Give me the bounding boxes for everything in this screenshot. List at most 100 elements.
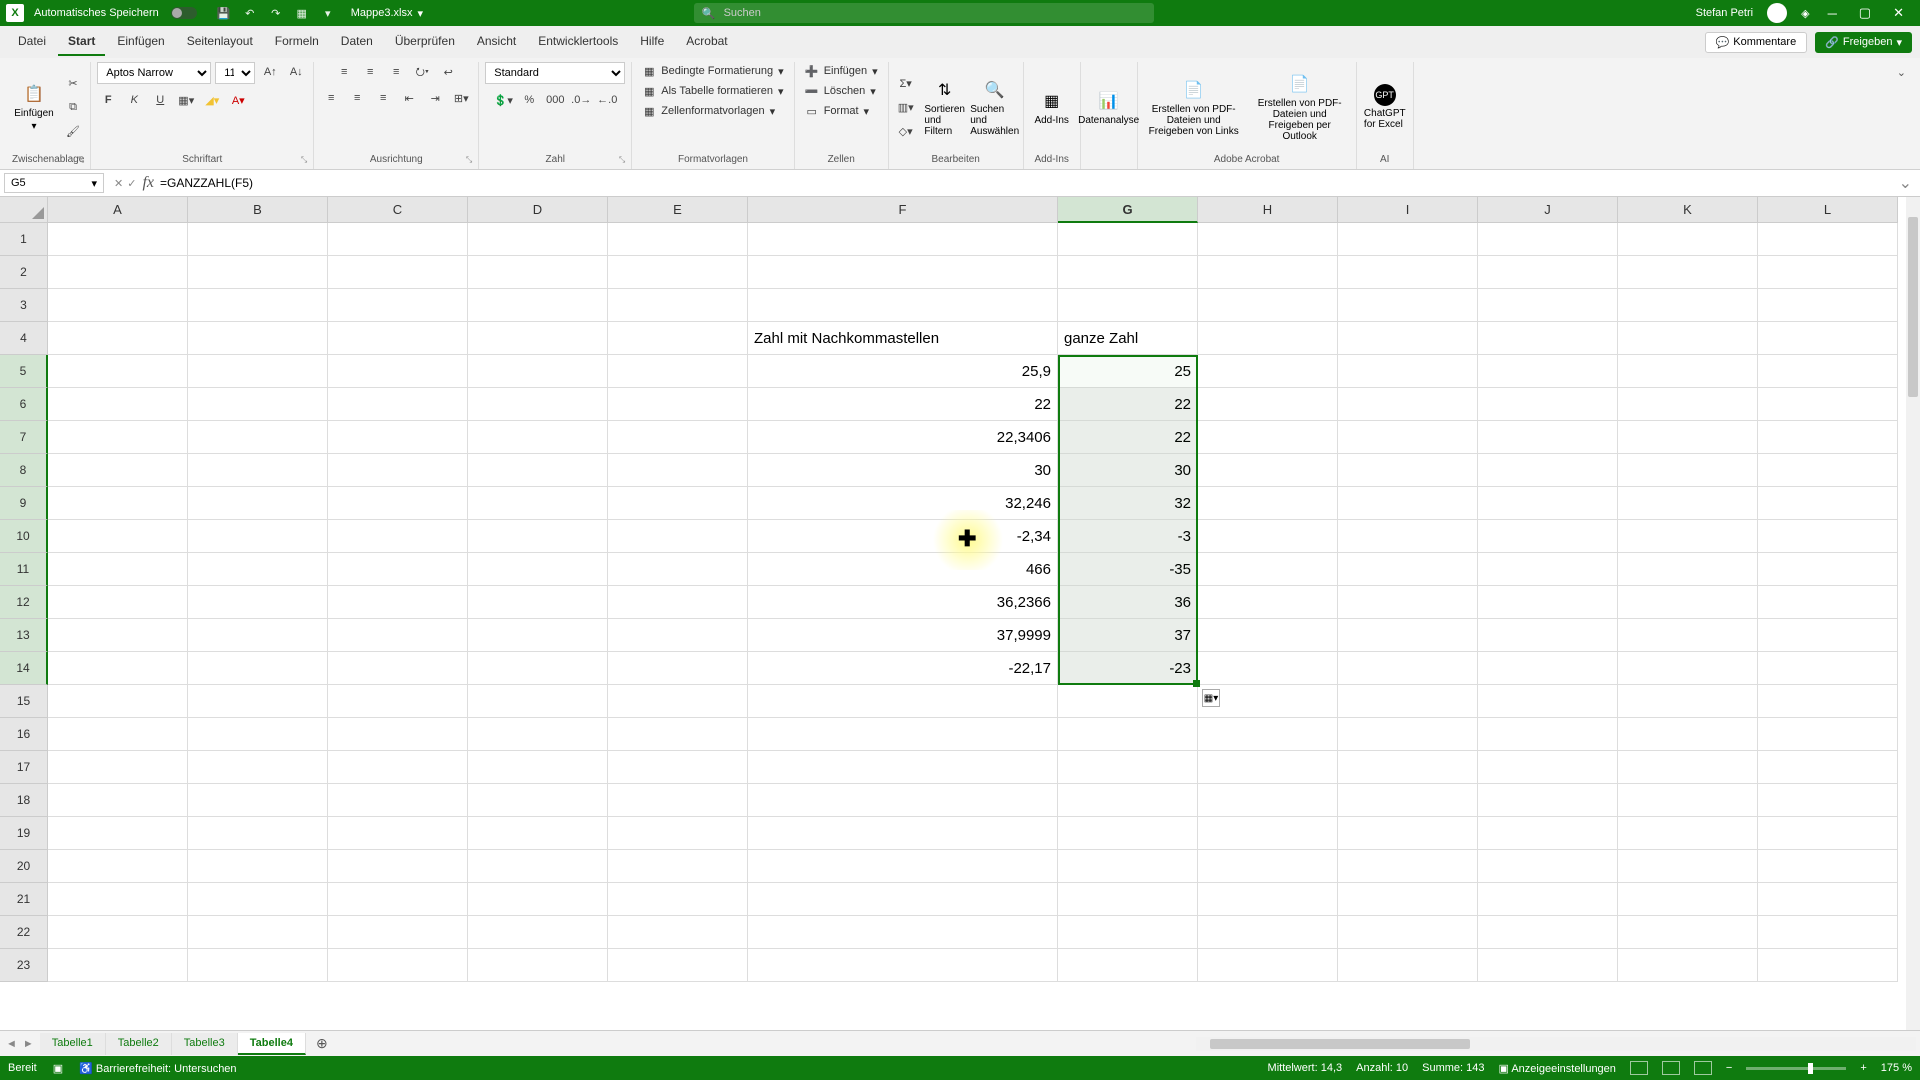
sheet-nav-next-icon[interactable]: ► (23, 1038, 34, 1050)
cell-I11[interactable] (1338, 553, 1478, 586)
cell-C3[interactable] (328, 289, 468, 322)
cell-D16[interactable] (468, 718, 608, 751)
tab-ansicht[interactable]: Ansicht (467, 28, 526, 56)
cell-C2[interactable] (328, 256, 468, 289)
cell-G9[interactable]: 32 (1058, 487, 1198, 520)
cell-L15[interactable] (1758, 685, 1898, 718)
cell-E17[interactable] (608, 751, 748, 784)
row-header-17[interactable]: 17 (0, 751, 48, 784)
row-header-23[interactable]: 23 (0, 949, 48, 982)
cell-I2[interactable] (1338, 256, 1478, 289)
cell-D13[interactable] (468, 619, 608, 652)
accounting-icon[interactable]: 💲▾ (492, 90, 514, 110)
cell-K17[interactable] (1618, 751, 1758, 784)
sheet-tab-tabelle3[interactable]: Tabelle3 (172, 1033, 238, 1055)
cell-J16[interactable] (1478, 718, 1618, 751)
row-header-21[interactable]: 21 (0, 883, 48, 916)
cell-F10[interactable]: -2,34 (748, 520, 1058, 553)
cell-F14[interactable]: -22,17 (748, 652, 1058, 685)
cell-E11[interactable] (608, 553, 748, 586)
cell-L19[interactable] (1758, 817, 1898, 850)
cell-K3[interactable] (1618, 289, 1758, 322)
cell-F7[interactable]: 22,3406 (748, 421, 1058, 454)
cell-A22[interactable] (48, 916, 188, 949)
cell-I19[interactable] (1338, 817, 1478, 850)
cell-G16[interactable] (1058, 718, 1198, 751)
row-header-12[interactable]: 12 (0, 586, 48, 619)
expand-formula-bar-icon[interactable]: ⌄ (1891, 173, 1920, 193)
cell-G6[interactable]: 22 (1058, 388, 1198, 421)
cell-D7[interactable] (468, 421, 608, 454)
cell-G19[interactable] (1058, 817, 1198, 850)
cell-J14[interactable] (1478, 652, 1618, 685)
cell-A5[interactable] (48, 355, 188, 388)
row-header-14[interactable]: 14 (0, 652, 48, 685)
cell-A10[interactable] (48, 520, 188, 553)
cell-F4[interactable]: Zahl mit Nachkommastellen (748, 322, 1058, 355)
cell-D8[interactable] (468, 454, 608, 487)
cell-A7[interactable] (48, 421, 188, 454)
cell-C1[interactable] (328, 223, 468, 256)
cell-K5[interactable] (1618, 355, 1758, 388)
cell-B16[interactable] (188, 718, 328, 751)
cell-E12[interactable] (608, 586, 748, 619)
cell-J4[interactable] (1478, 322, 1618, 355)
cell-J12[interactable] (1478, 586, 1618, 619)
cell-G20[interactable] (1058, 850, 1198, 883)
cell-L11[interactable] (1758, 553, 1898, 586)
close-button[interactable]: ✕ (1889, 5, 1908, 21)
align-left-icon[interactable]: ≡ (320, 88, 342, 108)
username-label[interactable]: Stefan Petri (1696, 7, 1753, 19)
tab-daten[interactable]: Daten (331, 28, 383, 56)
cell-C7[interactable] (328, 421, 468, 454)
cell-B22[interactable] (188, 916, 328, 949)
undo-icon[interactable]: ↶ (242, 5, 258, 21)
cell-E8[interactable] (608, 454, 748, 487)
cell-E20[interactable] (608, 850, 748, 883)
cell-F18[interactable] (748, 784, 1058, 817)
column-header-G[interactable]: G (1058, 197, 1198, 223)
cell-F3[interactable] (748, 289, 1058, 322)
cell-A23[interactable] (48, 949, 188, 982)
cell-D18[interactable] (468, 784, 608, 817)
cell-A3[interactable] (48, 289, 188, 322)
cell-C9[interactable] (328, 487, 468, 520)
cell-L22[interactable] (1758, 916, 1898, 949)
zoom-slider[interactable] (1746, 1067, 1846, 1070)
cell-E10[interactable] (608, 520, 748, 553)
cell-E13[interactable] (608, 619, 748, 652)
cell-J22[interactable] (1478, 916, 1618, 949)
cell-G21[interactable] (1058, 883, 1198, 916)
cell-K4[interactable] (1618, 322, 1758, 355)
cell-L13[interactable] (1758, 619, 1898, 652)
cell-H17[interactable] (1198, 751, 1338, 784)
column-header-I[interactable]: I (1338, 197, 1478, 223)
cell-A4[interactable] (48, 322, 188, 355)
cell-K12[interactable] (1618, 586, 1758, 619)
autosave-toggle[interactable] (171, 7, 197, 19)
find-select-button[interactable]: 🔍Suchen und Auswählen (973, 74, 1017, 141)
cell-A6[interactable] (48, 388, 188, 421)
search-input[interactable] (724, 7, 1146, 19)
increase-font-icon[interactable]: A↑ (259, 62, 281, 82)
worksheet-grid[interactable]: ABCDEFGHIJKL 123456789101112131415161718… (0, 197, 1920, 1030)
cell-B1[interactable] (188, 223, 328, 256)
cell-F5[interactable]: 25,9 (748, 355, 1058, 388)
cell-E23[interactable] (608, 949, 748, 982)
cell-C12[interactable] (328, 586, 468, 619)
cell-I15[interactable] (1338, 685, 1478, 718)
cell-G17[interactable] (1058, 751, 1198, 784)
cell-G22[interactable] (1058, 916, 1198, 949)
cell-I10[interactable] (1338, 520, 1478, 553)
cell-A16[interactable] (48, 718, 188, 751)
cell-I3[interactable] (1338, 289, 1478, 322)
cancel-formula-icon[interactable]: ✕ (114, 177, 123, 190)
font-size-select[interactable]: 11 (215, 62, 255, 84)
cell-L20[interactable] (1758, 850, 1898, 883)
cell-F21[interactable] (748, 883, 1058, 916)
cell-L7[interactable] (1758, 421, 1898, 454)
row-headers[interactable]: 1234567891011121314151617181920212223 (0, 223, 48, 982)
row-header-20[interactable]: 20 (0, 850, 48, 883)
insert-cells-button[interactable]: ➕Einfügen ▾ (801, 62, 882, 80)
cell-G3[interactable] (1058, 289, 1198, 322)
